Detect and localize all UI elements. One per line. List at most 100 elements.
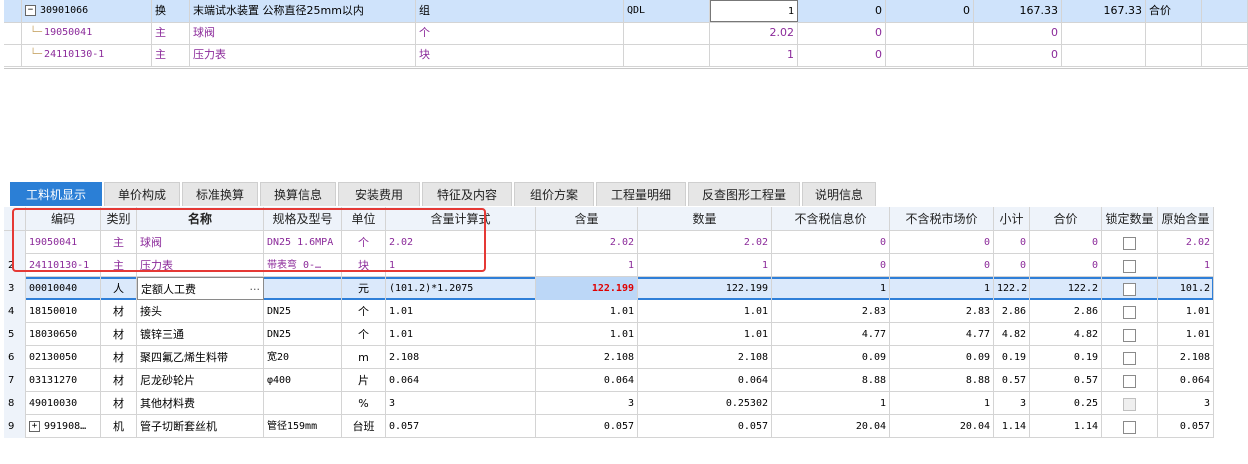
column-header-content[interactable]: 含量	[536, 207, 638, 231]
column-header-lock[interactable]: 锁定数量	[1102, 207, 1158, 231]
column-header-spec[interactable]: 规格及型号	[264, 207, 342, 231]
cell-spec: 管径159mm	[264, 415, 342, 438]
cell-subtotal: 2.86	[994, 300, 1030, 323]
column-header-code[interactable]: 编码	[26, 207, 101, 231]
cell-cat: 主	[101, 231, 137, 254]
cell-qty: 0.064	[638, 369, 772, 392]
cell-subtotal: 122.2	[994, 277, 1030, 300]
tab-9[interactable]: 说明信息	[802, 182, 876, 206]
cell-expr: 2.02	[386, 231, 536, 254]
cell-cat: 材	[101, 323, 137, 346]
tab-1[interactable]: 单价构成	[104, 182, 180, 206]
column-header-cat[interactable]: 类别	[101, 207, 137, 231]
lock-quantity-checkbox[interactable]	[1123, 328, 1136, 342]
tab-7[interactable]: 工程量明细	[596, 182, 686, 206]
column-header-unit[interactable]: 单位	[342, 207, 386, 231]
top-grid-row[interactable]: −30901066 换末端试水装置 公称直径25mm以内组 QDL 1 0 0 167.33…	[4, 0, 1248, 23]
cell-name: 聚四氟乙烯生料带	[137, 346, 264, 369]
cell-total: 0	[1030, 254, 1102, 277]
tab-2[interactable]: 标准换算	[182, 182, 258, 206]
tab-4[interactable]: 安装费用	[338, 182, 420, 206]
column-header-name[interactable]: 名称	[137, 207, 264, 231]
cell-orig: 101.2	[1158, 277, 1214, 300]
lock-quantity-checkbox[interactable]	[1123, 420, 1136, 434]
cell-orig: 3	[1158, 392, 1214, 415]
top-grid-row[interactable]: └─ 24110130-1 主压力表块 1 0 0	[4, 44, 1248, 67]
cell-qty: 1.01	[638, 323, 772, 346]
top-cell-type: 主	[152, 22, 190, 44]
cell-expr: 3	[386, 392, 536, 415]
row-number: 6	[4, 346, 26, 369]
top-cell-c10	[1062, 44, 1146, 66]
cell-info_price: 0	[772, 254, 890, 277]
cell-unit: 元	[342, 277, 386, 300]
cell-spec: 带表弯 0-…	[264, 254, 342, 277]
table-row[interactable]: 19050041 主球阀 DN25 1.6MPA 个 2.02 2.02 2.02 0 0 0 0 2…	[4, 231, 1214, 254]
top-grid-row[interactable]: └─ 19050041 主球阀个 2.02 0 0	[4, 22, 1248, 45]
top-cell-c11: 合价	[1146, 0, 1202, 22]
column-header-orig[interactable]: 原始含量	[1158, 207, 1214, 231]
column-header-info_price[interactable]: 不含税信息价	[772, 207, 890, 231]
cell-total: 0	[1030, 231, 1102, 254]
cell-market_price: 1	[890, 392, 994, 415]
tree-line-icon: └─	[30, 49, 43, 60]
cell-lock	[1102, 254, 1158, 277]
column-header-subtotal[interactable]: 小计	[994, 207, 1030, 231]
cell-name: 其他材料费	[137, 392, 264, 415]
tab-3[interactable]: 换算信息	[260, 182, 336, 206]
tab-8[interactable]: 反查图形工程量	[688, 182, 800, 206]
table-row[interactable]: 5 18030650 材镀锌三通 DN25 个 1.01 1.01 1.01 4.77 4.77 4…	[4, 323, 1214, 346]
row-number: 7	[4, 369, 26, 392]
column-header-qty[interactable]: 数量	[638, 207, 772, 231]
cell-lock	[1102, 346, 1158, 369]
cell-subtotal: 0.57	[994, 369, 1030, 392]
cell-total: 0.19	[1030, 346, 1102, 369]
cell-name[interactable]: 定额人工费 ···	[137, 277, 264, 300]
column-header-expr[interactable]: 含量计算式	[386, 207, 536, 231]
cell-market_price: 2.83	[890, 300, 994, 323]
expand-toggle-icon[interactable]: +	[29, 420, 40, 432]
table-row[interactable]: 2 24110130-1 主压力表 带表弯 0-… 块 1 1 1 0 0 0 0 1	[4, 254, 1214, 277]
lock-quantity-checkbox[interactable]	[1123, 351, 1136, 365]
lock-quantity-checkbox[interactable]	[1123, 282, 1136, 296]
tab-0[interactable]: 工料机显示	[10, 182, 102, 206]
top-cell-qty[interactable]: 1	[710, 0, 798, 22]
cell-qty: 2.108	[638, 346, 772, 369]
more-options-icon[interactable]: ···	[250, 278, 261, 299]
cell-orig: 2.02	[1158, 231, 1214, 254]
cell-lock	[1102, 392, 1158, 415]
cell-qty: 1	[638, 254, 772, 277]
parent-item-grid: −30901066 换末端试水装置 公称直径25mm以内组 QDL 1 0 0 167.33…	[4, 0, 1248, 69]
cell-cat: 机	[101, 415, 137, 438]
cell-unit: 个	[342, 231, 386, 254]
column-header-total[interactable]: 合价	[1030, 207, 1102, 231]
cell-code: 02130050	[26, 346, 101, 369]
top-cell-name: 末端试水装置 公称直径25mm以内	[190, 0, 416, 22]
cell-content: 1	[536, 254, 638, 277]
cell-subtotal: 0.19	[994, 346, 1030, 369]
top-cell-code: −30901066	[22, 0, 152, 22]
cell-market_price: 1	[890, 277, 994, 300]
cell-content: 3	[536, 392, 638, 415]
table-row[interactable]: 7 03131270 材尼龙砂轮片 φ400 片 0.064 0.064 0.064 8.88 8…	[4, 369, 1214, 392]
cell-code: 24110130-1	[26, 254, 101, 277]
tab-6[interactable]: 组价方案	[514, 182, 594, 206]
cell-name: 镀锌三通	[137, 323, 264, 346]
table-row[interactable]: 8 49010030 材其他材料费% 3 3 0.25302 1 1 3 0.25 3	[4, 392, 1214, 415]
table-row[interactable]: 3 00010040 人定额人工费 ··· 元 (101.2)*1.2075 122.199…	[4, 277, 1214, 300]
column-header-market_price[interactable]: 不含税市场价	[890, 207, 994, 231]
cell-spec: DN25	[264, 323, 342, 346]
lock-quantity-checkbox[interactable]	[1123, 236, 1136, 250]
tab-5[interactable]: 特征及内容	[422, 182, 512, 206]
collapse-toggle-icon[interactable]: −	[25, 4, 36, 16]
cell-lock	[1102, 323, 1158, 346]
cell-expr: 0.057	[386, 415, 536, 438]
lock-quantity-checkbox[interactable]	[1123, 305, 1136, 319]
table-row[interactable]: 9 +991908… 机管子切断套丝机 管径159mm 台班 0.057 0.057 0.05…	[4, 415, 1214, 438]
cell-total: 0.57	[1030, 369, 1102, 392]
table-row[interactable]: 4 18150010 材接头 DN25 个 1.01 1.01 1.01 2.83 2.83 2.8…	[4, 300, 1214, 323]
cell-expr: 1	[386, 254, 536, 277]
table-row[interactable]: 6 02130050 材聚四氟乙烯生料带 宽20 m 2.108 2.108 2.108 0.0…	[4, 346, 1214, 369]
lock-quantity-checkbox[interactable]	[1123, 374, 1136, 388]
lock-quantity-checkbox[interactable]	[1123, 259, 1136, 273]
